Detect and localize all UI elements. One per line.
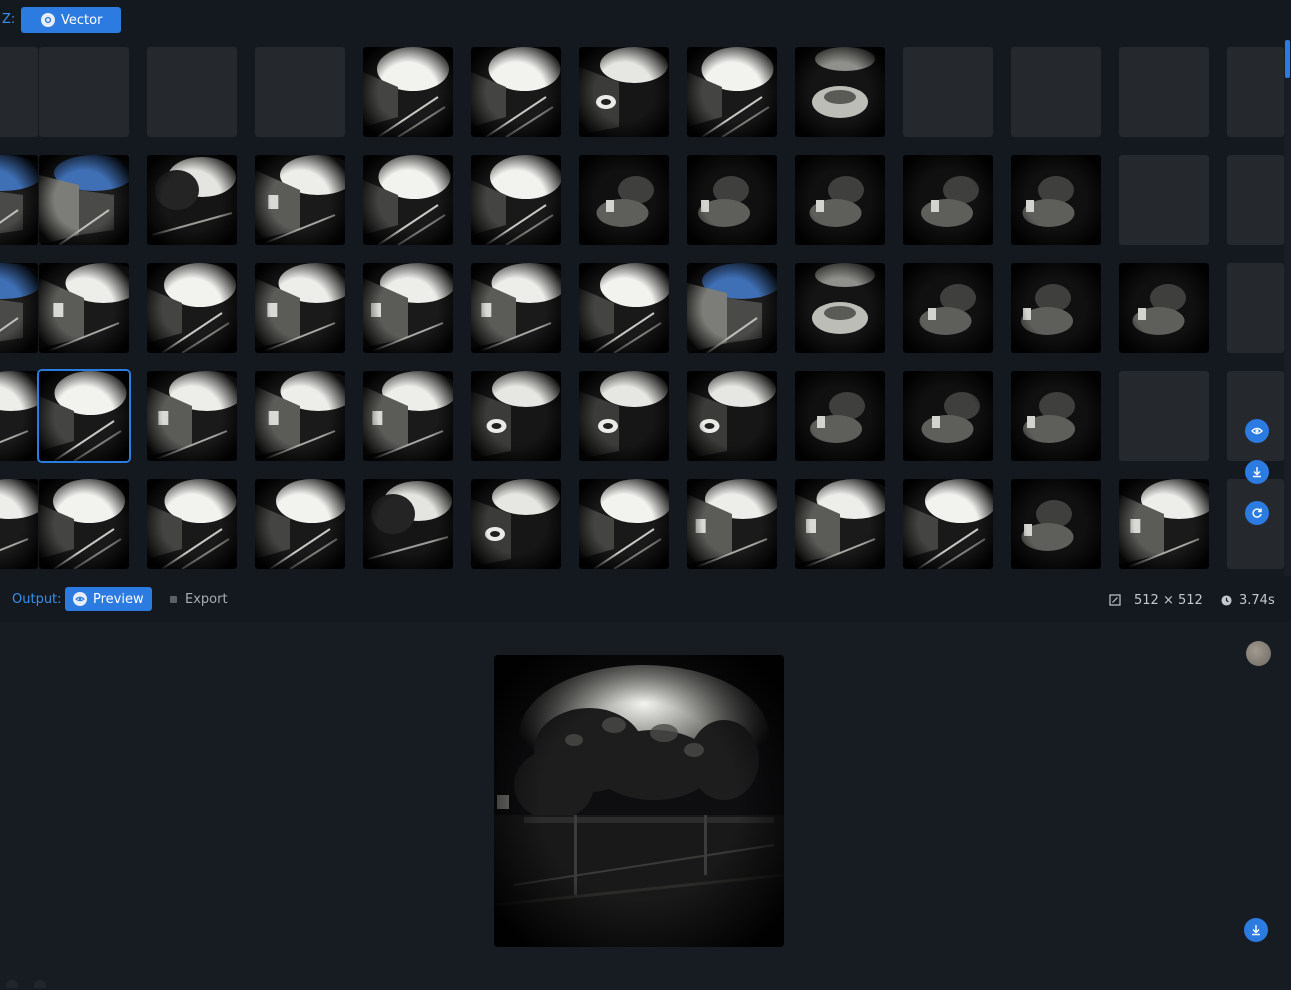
grid-thumbnail[interactable] — [687, 479, 777, 569]
dimensions-value: 512 × 512 — [1134, 592, 1203, 608]
grid-thumbnail[interactable] — [1227, 47, 1284, 137]
grid-thumbnail[interactable] — [363, 479, 453, 569]
grid-thumbnail[interactable] — [687, 371, 777, 461]
grid-thumbnail[interactable] — [147, 47, 237, 137]
vector-mode-button[interactable]: Vector — [21, 7, 121, 33]
grid-thumbnail[interactable] — [687, 263, 777, 353]
resize-icon — [1108, 593, 1122, 607]
duration-readout: 3.74s — [1219, 590, 1275, 610]
grid-thumbnail[interactable] — [0, 263, 38, 353]
eye-icon — [1251, 427, 1263, 435]
download-icon — [1253, 467, 1261, 478]
grid-thumbnail[interactable] — [687, 47, 777, 137]
grid-thumbnail[interactable] — [1011, 47, 1101, 137]
grid-thumbnail[interactable] — [471, 155, 561, 245]
grid-thumbnail[interactable] — [147, 371, 237, 461]
grid-thumbnail-selected[interactable] — [37, 369, 131, 463]
image-grid — [0, 40, 1291, 576]
grid-thumbnail[interactable] — [1119, 263, 1209, 353]
grid-thumbnail[interactable] — [255, 479, 345, 569]
grid-thumbnail[interactable] — [471, 371, 561, 461]
grid-thumbnail[interactable] — [39, 479, 129, 569]
grid-thumbnail[interactable] — [471, 479, 561, 569]
grid-thumbnail[interactable] — [1227, 263, 1284, 353]
grid-thumbnail[interactable] — [255, 47, 345, 137]
grid-thumbnail[interactable] — [147, 479, 237, 569]
output-bar: Output: Preview Export 512 × 512 3.74s — [0, 578, 1291, 622]
grid-thumbnail[interactable] — [255, 371, 345, 461]
grid-thumbnail[interactable] — [1227, 155, 1284, 245]
grid-thumbnail[interactable] — [1119, 47, 1209, 137]
grid-thumbnail[interactable] — [579, 155, 669, 245]
grid-thumbnail[interactable] — [903, 371, 993, 461]
grid-thumbnail[interactable] — [147, 155, 237, 245]
pagination-arrows[interactable] — [6, 978, 50, 990]
grid-thumbnail[interactable] — [903, 47, 993, 137]
export-tab[interactable]: Export — [170, 592, 228, 607]
grid-thumbnail[interactable] — [255, 155, 345, 245]
grid-thumbnail[interactable] — [363, 263, 453, 353]
grid-thumbnail[interactable] — [795, 47, 885, 137]
dimensions-readout: 512 × 512 — [1108, 590, 1203, 610]
vector-mode-label: Vector — [61, 12, 103, 28]
grid-thumbnail[interactable] — [1119, 479, 1209, 569]
compare-button[interactable] — [1245, 419, 1269, 443]
grid-thumbnail[interactable] — [1011, 155, 1101, 245]
grid-thumbnail[interactable] — [471, 263, 561, 353]
grid-thumbnail[interactable] — [255, 263, 345, 353]
grid-thumbnail[interactable] — [1011, 479, 1101, 569]
grid-thumbnail[interactable] — [903, 155, 993, 245]
grid-thumbnail[interactable] — [39, 47, 129, 137]
grid-scrollbar[interactable] — [1284, 40, 1291, 576]
avatar[interactable] — [1246, 641, 1271, 666]
grid-thumbnail[interactable] — [0, 371, 38, 461]
top-toolbar: Z: Vector — [0, 0, 1291, 40]
export-icon — [170, 596, 177, 603]
download-icon — [1252, 925, 1260, 936]
grid-thumbnail[interactable] — [471, 47, 561, 137]
grid-scrollbar-thumb[interactable] — [1285, 40, 1290, 78]
grid-thumbnail[interactable] — [363, 155, 453, 245]
preview-tab[interactable]: Preview — [65, 587, 152, 611]
grid-thumbnail[interactable] — [795, 263, 885, 353]
preview-panel — [0, 622, 1291, 990]
grid-thumbnail[interactable] — [39, 263, 129, 353]
refresh-icon — [1252, 508, 1262, 518]
grid-thumbnail[interactable] — [147, 263, 237, 353]
grid-thumbnail[interactable] — [363, 371, 453, 461]
grid-thumbnail[interactable] — [1011, 263, 1101, 353]
grid-thumbnail[interactable] — [39, 155, 129, 245]
grid-thumbnail[interactable] — [795, 155, 885, 245]
eye-icon — [73, 592, 87, 606]
output-label: Output: — [12, 592, 62, 607]
vector-icon — [41, 13, 55, 27]
grid-thumbnail[interactable] — [579, 371, 669, 461]
download-all-button[interactable] — [1245, 460, 1269, 484]
grid-thumbnail[interactable] — [903, 479, 993, 569]
grid-thumbnail[interactable] — [363, 47, 453, 137]
duration-value: 3.74s — [1239, 592, 1275, 608]
preview-image — [494, 655, 784, 947]
refresh-button[interactable] — [1245, 501, 1269, 525]
grid-thumbnail[interactable] — [1227, 371, 1284, 461]
export-tab-label: Export — [185, 592, 228, 607]
grid-thumbnail[interactable] — [1119, 371, 1209, 461]
preview-tab-label: Preview — [93, 591, 144, 607]
grid-thumbnail[interactable] — [0, 155, 38, 245]
grid-thumbnail[interactable] — [1011, 371, 1101, 461]
grid-thumbnail[interactable] — [795, 371, 885, 461]
z-label: Z: — [2, 12, 16, 27]
grid-thumbnail[interactable] — [579, 479, 669, 569]
grid-thumbnail[interactable] — [795, 479, 885, 569]
grid-thumbnail[interactable] — [1119, 155, 1209, 245]
grid-thumbnail[interactable] — [0, 479, 38, 569]
grid-thumbnail[interactable] — [0, 47, 38, 137]
download-preview-button[interactable] — [1244, 918, 1268, 942]
clock-icon — [1219, 593, 1233, 607]
grid-thumbnail[interactable] — [687, 155, 777, 245]
grid-thumbnail[interactable] — [903, 263, 993, 353]
grid-thumbnail[interactable] — [579, 263, 669, 353]
grid-thumbnail[interactable] — [579, 47, 669, 137]
